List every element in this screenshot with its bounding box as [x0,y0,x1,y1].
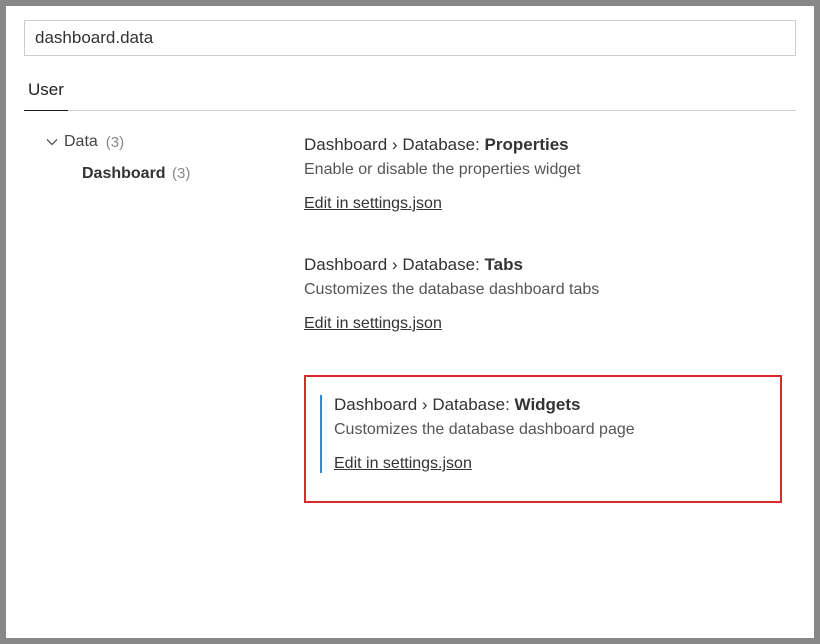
setting-dashboard-database-properties: Dashboard › Database: Properties Enable … [304,135,796,213]
setting-description: Enable or disable the properties widget [304,161,796,179]
tab-user[interactable]: User [24,72,68,110]
setting-description: Customizes the database dashboard tabs [304,281,796,299]
tree-item-label: Dashboard [82,165,166,182]
edit-in-settings-json-link[interactable]: Edit in settings.json [334,455,472,473]
tree-item-dashboard[interactable]: Dashboard (3) [82,165,304,183]
setting-title: Dashboard › Database: Widgets [334,395,766,415]
active-setting-indicator: Dashboard › Database: Widgets Customizes… [320,395,766,473]
setting-title: Dashboard › Database: Tabs [304,255,796,275]
setting-dashboard-database-widgets: Dashboard › Database: Widgets Customizes… [334,395,766,473]
setting-title: Dashboard › Database: Properties [304,135,796,155]
tree-item-count: (3) [106,134,124,151]
settings-search-input[interactable] [24,20,796,56]
settings-list: Dashboard › Database: Properties Enable … [304,133,796,503]
setting-description: Customizes the database dashboard page [334,421,766,439]
edit-in-settings-json-link[interactable]: Edit in settings.json [304,315,442,333]
settings-tree-sidebar: Data (3) Dashboard (3) [24,133,304,503]
settings-tabs: User [24,72,796,111]
tree-item-count: (3) [172,165,190,182]
setting-dashboard-database-tabs: Dashboard › Database: Tabs Customizes th… [304,255,796,333]
tree-item-label: Data [64,133,98,151]
edit-in-settings-json-link[interactable]: Edit in settings.json [304,195,442,213]
highlighted-setting-outline: Dashboard › Database: Widgets Customizes… [304,375,782,503]
tree-item-data[interactable]: Data (3) [46,133,304,151]
chevron-down-icon [46,136,58,148]
